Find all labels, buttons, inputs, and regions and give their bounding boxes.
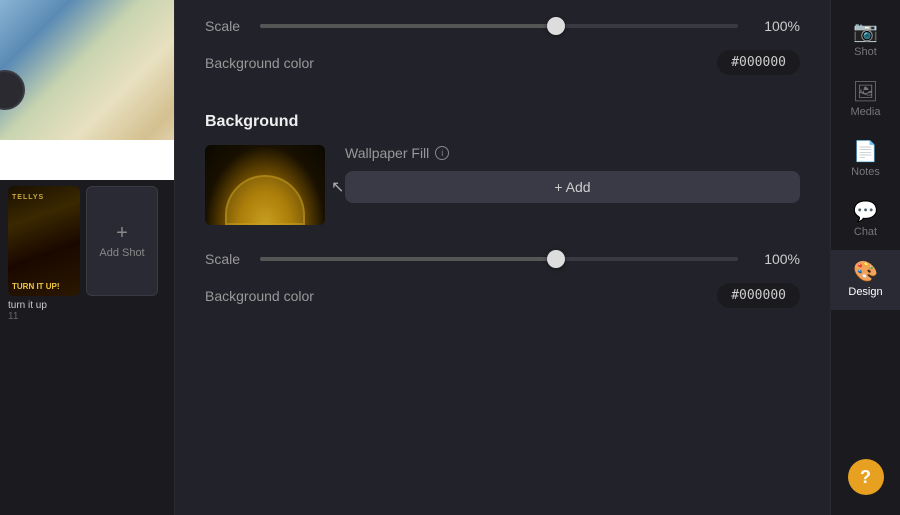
slider-track-2 (260, 257, 738, 261)
sidebar-label-notes: Notes (851, 166, 880, 178)
cursor-icon: ↖ (331, 177, 344, 197)
bg-color-badge-1[interactable]: #000000 (717, 50, 800, 75)
bg-color-row-2: Background color #000000 (205, 283, 800, 308)
left-panel: TURN IT UP! + Add Shot turn it up 11 (0, 0, 175, 515)
sidebar-item-design[interactable]: 🎨 Design (831, 250, 900, 310)
bg-right: Wallpaper Fill i ↖ + Add (345, 145, 800, 203)
background-section: Background Wallpaper Fill i ↖ + Add (205, 97, 800, 233)
scale-value-2: 100% (758, 251, 800, 267)
scale-section-1: Scale 100% Background color #000000 (205, 0, 800, 97)
add-button[interactable]: + Add (345, 171, 800, 203)
shot-thumbnail[interactable]: TURN IT UP! (8, 186, 80, 296)
add-btn-wrap: ↖ + Add (345, 171, 800, 203)
scale-row-2: Scale 100% (205, 249, 800, 269)
slider-fill-1 (260, 24, 556, 28)
bg-color-row-1: Background color #000000 (205, 50, 800, 75)
slider-thumb-1[interactable] (547, 17, 565, 35)
scale-label-2: Scale (205, 251, 240, 267)
sidebar-item-media[interactable]: 🖼 Media (831, 70, 900, 130)
sidebar-label-shot: Shot (854, 46, 877, 58)
shot-icon: 📷 (853, 22, 878, 42)
add-shot-label: Add Shot (99, 247, 144, 259)
bg-row: Wallpaper Fill i ↖ + Add (205, 145, 800, 225)
design-icon: 🎨 (853, 262, 878, 282)
shot-name: turn it up (0, 296, 174, 311)
bg-color-badge-2[interactable]: #000000 (717, 283, 800, 308)
scale-row-1: Scale 100% (205, 16, 800, 36)
slider-fill-2 (260, 257, 556, 261)
add-shot-plus-icon: + (116, 223, 128, 243)
bg-arch (225, 175, 305, 225)
right-sidebar: 📷 Shot 🖼 Media 📄 Notes 💬 Chat 🎨 Design ? (830, 0, 900, 515)
sidebar-label-design: Design (848, 286, 882, 298)
sidebar-item-chat[interactable]: 💬 Chat (831, 190, 900, 250)
bg-thumbnail-inner (205, 145, 325, 225)
preview-image (0, 0, 175, 180)
sidebar-item-shot[interactable]: 📷 Shot (831, 10, 900, 70)
slider-track-1 (260, 24, 738, 28)
scale-section-2: Scale 100% Background color #000000 (205, 233, 800, 330)
chat-icon: 💬 (853, 202, 878, 222)
info-icon[interactable]: i (435, 146, 449, 160)
bg-thumbnail (205, 145, 325, 225)
bg-color-label-1: Background color (205, 55, 314, 71)
top-preview (0, 0, 175, 180)
slider-thumb-2[interactable] (547, 250, 565, 268)
wallpaper-fill-row: Wallpaper Fill i (345, 145, 800, 161)
shot-thumb-inner: TURN IT UP! (8, 186, 80, 296)
media-icon: 🖼 (853, 82, 878, 102)
shot-thumbnail-wrap: TURN IT UP! (8, 186, 80, 296)
scale-value-1: 100% (758, 18, 800, 34)
add-shot-button[interactable]: + Add Shot (86, 186, 158, 296)
bg-color-label-2: Background color (205, 288, 314, 304)
scale-slider-2[interactable] (260, 249, 738, 269)
sidebar-item-notes[interactable]: 📄 Notes (831, 130, 900, 190)
shot-number: 11 (0, 311, 174, 322)
shot-thumb-text: TURN IT UP! (12, 283, 60, 292)
scale-slider-1[interactable] (260, 16, 738, 36)
scale-label-1: Scale (205, 18, 240, 34)
notes-icon: 📄 (853, 142, 878, 162)
sidebar-label-media: Media (851, 106, 881, 118)
background-title: Background (205, 113, 800, 131)
help-button[interactable]: ? (848, 459, 884, 495)
wallpaper-fill-label: Wallpaper Fill (345, 145, 429, 161)
main-panel: Scale 100% Background color #000000 Back… (175, 0, 830, 515)
sidebar-label-chat: Chat (854, 226, 877, 238)
